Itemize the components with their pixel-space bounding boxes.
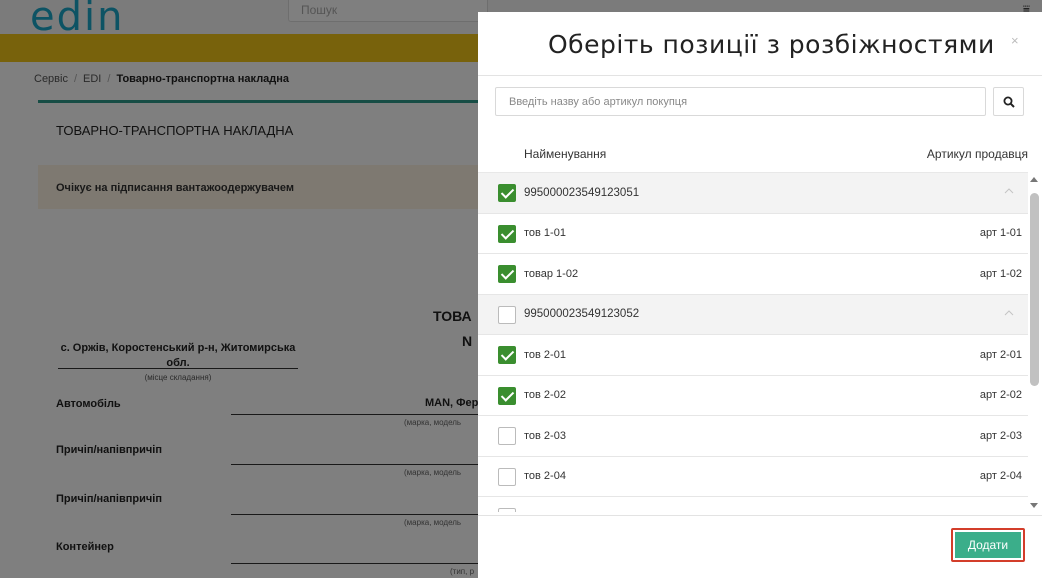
close-icon[interactable]: × [1011, 33, 1019, 48]
list-scrollbar[interactable] [1028, 177, 1042, 512]
item-article: арт 1-02 [979, 267, 1022, 280]
item-name: тов 1-01 [524, 227, 566, 240]
add-button-highlight: Додати [951, 528, 1025, 562]
checkbox[interactable] [498, 184, 516, 202]
item-name: тов 2-03 [524, 429, 566, 442]
item-article: арт 2-01 [979, 348, 1022, 361]
select-discrepancies-modal: Оберіть позиції з розбіжностями × Наймен… [478, 12, 1042, 578]
item-row[interactable]: тов 2-02 арт 2-02 [478, 376, 1028, 416]
divider [478, 515, 1042, 516]
item-row[interactable]: товар 1-02 арт 1-02 [478, 254, 1028, 295]
item-article: арт 1-01 [979, 227, 1022, 240]
item-row[interactable]: тов 2-04 арт 2-04 [478, 457, 1028, 497]
checkbox[interactable] [498, 224, 516, 243]
checkbox[interactable] [498, 427, 516, 445]
item-row[interactable]: тов 2-03 арт 2-03 [478, 416, 1028, 457]
divider [478, 75, 1042, 76]
modal-title: Оберіть позиції з розбіжностями [548, 30, 995, 59]
checkbox[interactable] [498, 386, 516, 405]
item-name: тов 2-01 [524, 348, 566, 361]
item-name: тов 2-02 [524, 389, 566, 402]
column-header-name: Найменування [524, 147, 607, 161]
column-header-article: Артикул продавця [926, 147, 1028, 161]
item-name: тов 2-04 [524, 470, 566, 483]
scroll-up-arrow[interactable] [1030, 177, 1038, 182]
items-list[interactable]: 995000023549123051 тов 1-01 арт 1-01 тов… [478, 172, 1028, 512]
checkbox[interactable] [498, 265, 516, 283]
add-button[interactable]: Додати [955, 532, 1021, 558]
checkbox[interactable] [498, 467, 516, 486]
scroll-down-arrow[interactable] [1030, 503, 1038, 508]
search-icon [1003, 96, 1015, 108]
group-name: 995000023549123051 [524, 186, 640, 199]
search-button[interactable] [993, 87, 1024, 116]
checkbox[interactable] [498, 346, 516, 364]
checkbox[interactable] [498, 305, 516, 324]
chevron-up-icon[interactable] [1004, 186, 1014, 196]
item-article: арт 2-03 [979, 429, 1022, 442]
chevron-up-icon[interactable] [1004, 308, 1014, 318]
item-article: арт 2-04 [979, 470, 1022, 483]
item-search-input[interactable] [495, 87, 986, 116]
scroll-thumb[interactable] [1030, 193, 1039, 386]
checkbox[interactable] [498, 508, 516, 512]
item-article: арт 2-02 [979, 389, 1022, 402]
item-name: товар 1-02 [524, 267, 579, 280]
group-row[interactable]: 995000023549123051 [478, 173, 1028, 214]
item-row[interactable] [478, 497, 1028, 512]
item-row[interactable]: тов 2-01 арт 2-01 [478, 335, 1028, 376]
item-row[interactable]: тов 1-01 арт 1-01 [478, 214, 1028, 254]
group-row[interactable]: 995000023549123052 [478, 294, 1028, 335]
group-name: 995000023549123052 [524, 308, 640, 321]
